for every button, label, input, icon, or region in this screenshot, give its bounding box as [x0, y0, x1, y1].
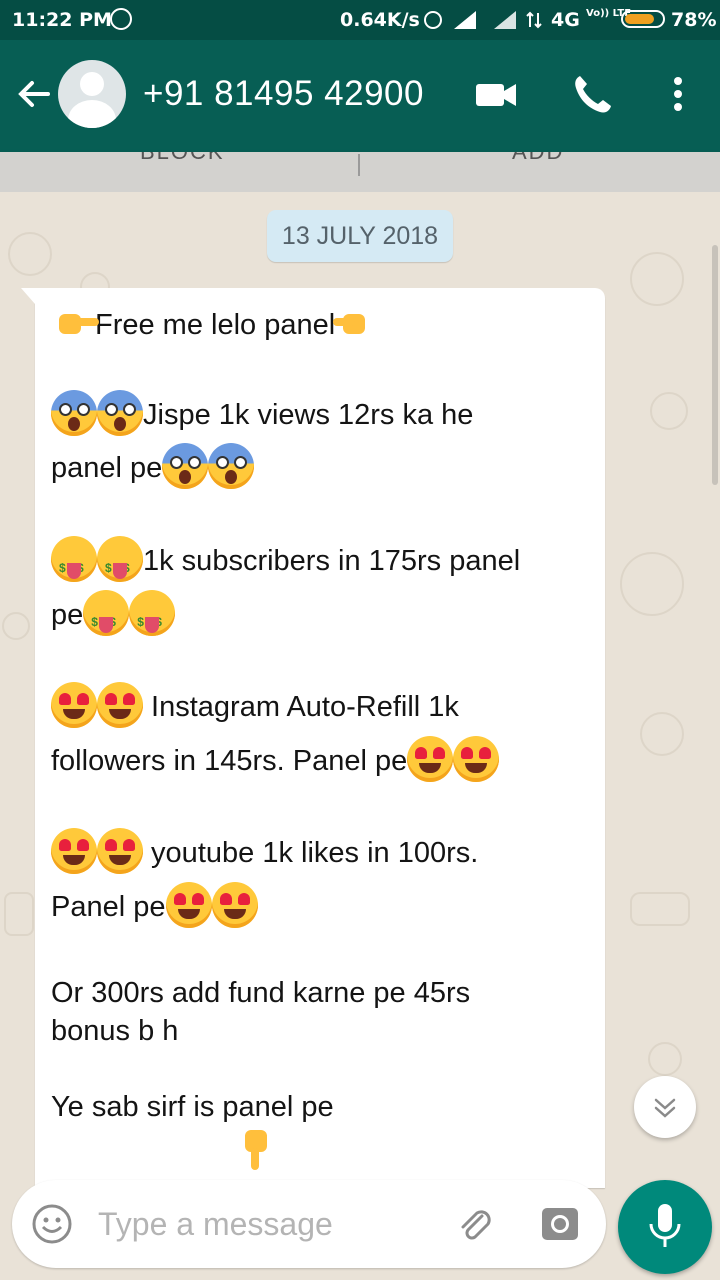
- battery-icon: [621, 10, 665, 28]
- voice-call-icon[interactable]: [568, 70, 616, 118]
- date-chip: 13 JULY 2018: [267, 210, 453, 262]
- whatsapp-notification-icon: [110, 8, 132, 30]
- heart-eyes-face-icon: [51, 828, 97, 874]
- network-speed: 0.64K/s: [340, 9, 420, 31]
- double-chevron-down-icon: [654, 1098, 676, 1118]
- block-add-bar: BLOCK ADD: [0, 152, 720, 192]
- screaming-face-icon: [208, 443, 255, 489]
- chat-header: +91 81495 42900: [0, 40, 720, 152]
- battery-percent: 78%: [671, 9, 717, 31]
- scrollbar[interactable]: [712, 245, 718, 485]
- add-button[interactable]: ADD: [512, 152, 564, 165]
- message-line: Panel pe: [51, 882, 258, 932]
- message-line: Ye sab sirf is panel pe: [51, 1091, 334, 1123]
- screaming-face-icon: [51, 390, 97, 436]
- message-bubble[interactable]: Free me lelo panel Jispe 1k views 12rs k…: [21, 288, 605, 1188]
- pointing-left-icon: [333, 308, 379, 338]
- heart-eyes-face-icon: [97, 682, 143, 728]
- message-line: followers in 145rs. Panel pe: [51, 736, 500, 786]
- block-button[interactable]: BLOCK: [140, 152, 225, 165]
- status-time: 11:22 PM: [12, 9, 112, 31]
- message-composer[interactable]: Type a message: [12, 1180, 606, 1268]
- microphone-icon: [649, 1204, 681, 1247]
- avatar[interactable]: [58, 60, 126, 128]
- network-type: 4G: [551, 9, 580, 31]
- pointing-right-icon: [51, 308, 99, 338]
- camera-icon[interactable]: [538, 1202, 582, 1246]
- video-call-icon[interactable]: [472, 70, 520, 118]
- heart-eyes-face-icon: [407, 736, 454, 782]
- scroll-down-button[interactable]: [634, 1076, 696, 1138]
- contact-name[interactable]: +91 81495 42900: [143, 74, 424, 114]
- divider: [358, 154, 360, 176]
- money-mouth-face-icon: $$: [97, 536, 143, 582]
- money-mouth-face-icon: $$: [51, 536, 97, 582]
- signal-icon-2: [494, 11, 516, 29]
- pointing-down-icon: [241, 1130, 271, 1172]
- message-line: Instagram Auto-Refill 1k: [51, 682, 459, 732]
- message-line: youtube 1k likes in 100rs.: [51, 828, 478, 878]
- data-saver-icon: [424, 11, 442, 29]
- mic-button[interactable]: [618, 1180, 712, 1274]
- more-options-icon[interactable]: [654, 70, 702, 118]
- paperclip-icon[interactable]: [452, 1202, 496, 1246]
- heart-eyes-face-icon: [51, 682, 97, 728]
- message-input[interactable]: Type a message: [98, 1206, 333, 1243]
- heart-eyes-face-icon: [211, 882, 258, 928]
- message-line: pe$$$$: [51, 590, 176, 640]
- message-line: $$$$1k subscribers in 175rs panel: [51, 536, 520, 586]
- money-mouth-face-icon: $$: [129, 590, 176, 636]
- screaming-face-icon: [97, 390, 143, 436]
- status-bar: 11:22 PM 0.64K/s 4G Vo)) LTE 78%: [0, 0, 720, 40]
- message-line: panel pe: [51, 443, 255, 493]
- money-mouth-face-icon: $$: [83, 590, 130, 636]
- message-line: Free me lelo panel: [51, 300, 379, 350]
- heart-eyes-face-icon: [165, 882, 212, 928]
- message-line: bonus b h: [51, 1015, 179, 1047]
- back-arrow-icon[interactable]: [14, 74, 54, 114]
- signal-icon: [454, 11, 476, 29]
- data-transfer-icon: [526, 11, 542, 29]
- emoji-icon[interactable]: [30, 1202, 74, 1246]
- heart-eyes-face-icon: [97, 828, 143, 874]
- message-line: Jispe 1k views 12rs ka he: [51, 390, 473, 440]
- screaming-face-icon: [162, 443, 209, 489]
- heart-eyes-face-icon: [453, 736, 500, 782]
